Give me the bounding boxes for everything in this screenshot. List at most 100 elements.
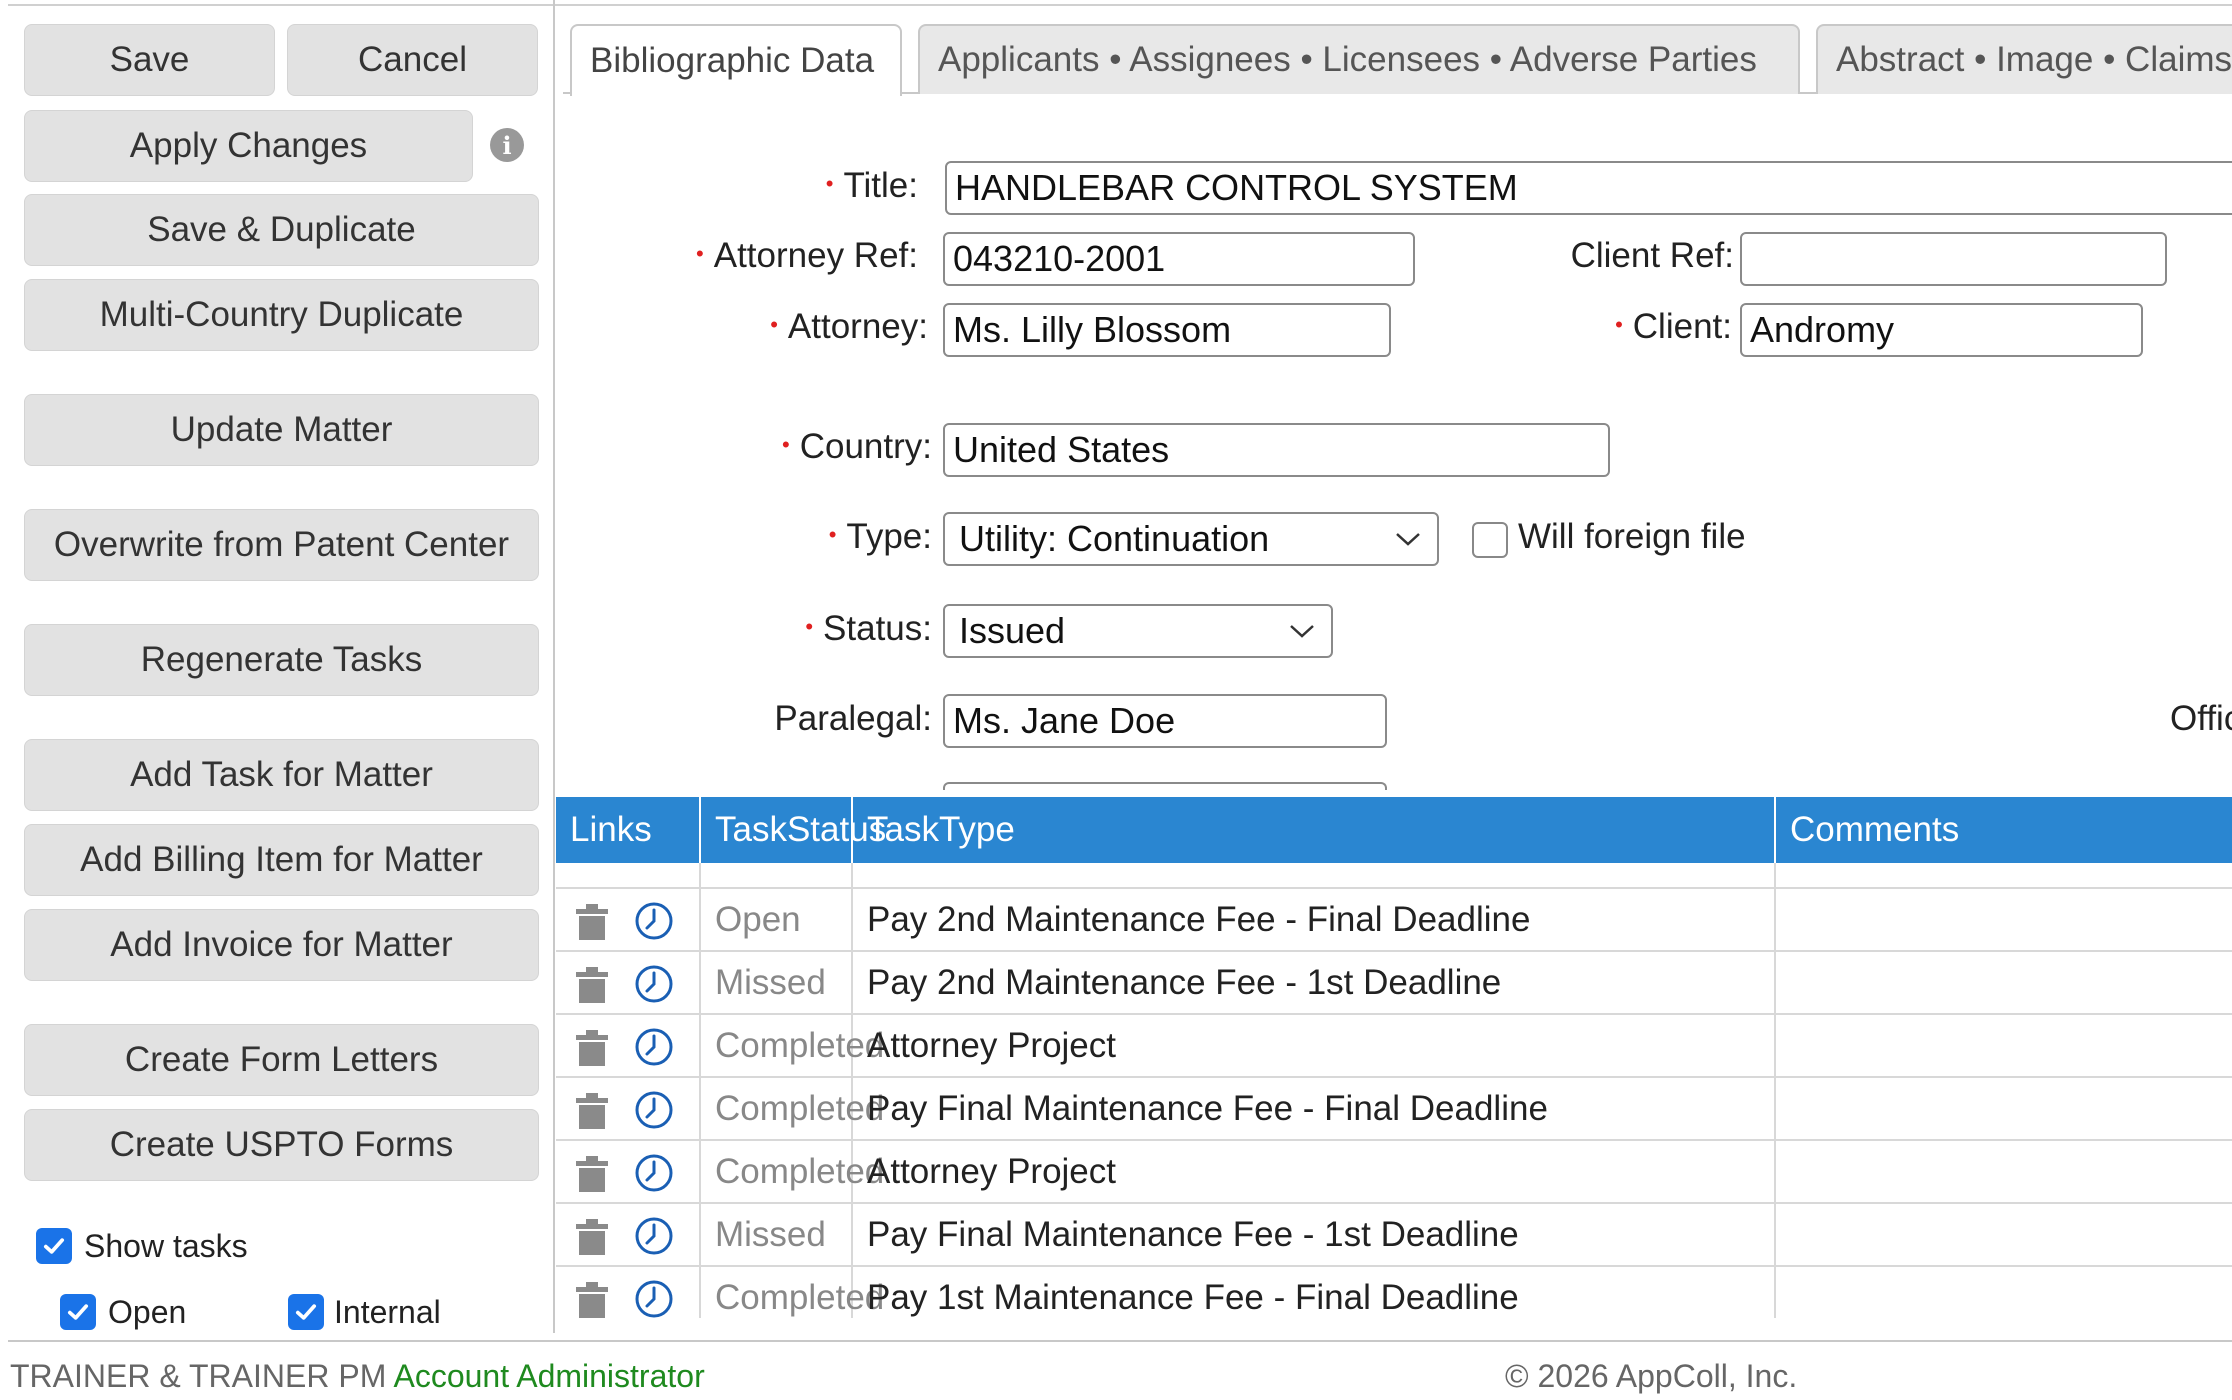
multi-country-duplicate-button[interactable]: Multi-Country Duplicate — [24, 279, 539, 351]
tab-abstract-image-claims[interactable]: Abstract • Image • Claims — [1816, 24, 2232, 94]
chevron-down-icon — [1396, 533, 1420, 546]
links-cell — [556, 1204, 701, 1265]
update-matter-button[interactable]: Update Matter — [24, 394, 539, 466]
task-status-cell: Completed — [701, 1267, 884, 1318]
trash-icon[interactable] — [574, 903, 610, 941]
task-type-cell: Attorney Project — [853, 1141, 1776, 1202]
links-cell — [556, 863, 701, 887]
trash-icon[interactable] — [574, 1281, 610, 1318]
clock-icon[interactable] — [634, 964, 674, 1004]
task-status-cell: Missed — [701, 1204, 853, 1265]
open-filter-label: Open — [108, 1294, 187, 1330]
column-header-tasktype[interactable]: TaskType — [853, 797, 1776, 863]
internal-filter-checkbox[interactable] — [288, 1294, 324, 1330]
save-duplicate-button[interactable]: Save & Duplicate — [24, 194, 539, 266]
check-icon — [43, 1238, 65, 1254]
info-icon[interactable]: i — [490, 128, 524, 162]
clock-icon[interactable] — [634, 1216, 674, 1256]
table-row[interactable]: Missed Pay Final Maintenance Fee - 1st De… — [556, 1204, 2232, 1267]
table-row[interactable]: Completed Attorney Project — [556, 1141, 2232, 1204]
will-foreign-file-checkbox[interactable] — [1472, 522, 1508, 558]
show-tasks-label: Show tasks — [84, 1228, 248, 1264]
type-select-value: Utility: Continuation — [959, 518, 1270, 559]
will-foreign-file-label: Will foreign file — [1518, 517, 1746, 556]
links-cell — [556, 952, 701, 1013]
client-label: • Client: — [1615, 307, 1732, 346]
clock-icon[interactable] — [634, 1153, 674, 1193]
add-task-button[interactable]: Add Task for Matter — [24, 739, 539, 811]
status-select[interactable]: Issued — [943, 604, 1333, 658]
footer-user-info: TRAINER & TRAINER PM Account Administrat… — [10, 1358, 705, 1395]
table-row-partial[interactable] — [556, 863, 2232, 889]
trash-icon[interactable] — [574, 1092, 610, 1130]
trash-icon[interactable] — [574, 966, 610, 1004]
footer-rule — [8, 1340, 2232, 1342]
task-status-cell: Open — [701, 889, 853, 950]
attorney-ref-input[interactable]: 043210-2001 — [943, 232, 1415, 286]
clock-icon[interactable] — [634, 1279, 674, 1318]
save-button[interactable]: Save — [24, 24, 275, 96]
table-row[interactable]: Completed Pay Final Maintenance Fee - Fin… — [556, 1078, 2232, 1141]
type-label: • Type: — [828, 517, 932, 556]
table-row[interactable]: Completed Pay 1st Maintenance Fee - Final… — [556, 1267, 2232, 1318]
comments-cell — [1776, 1078, 2232, 1139]
client-input[interactable]: Andromy — [1740, 303, 2143, 357]
table-row[interactable]: Missed Pay 2nd Maintenance Fee - 1st Dead… — [556, 952, 2232, 1015]
cancel-button[interactable]: Cancel — [287, 24, 538, 96]
links-cell — [556, 1141, 701, 1202]
title-label: • Title: — [825, 166, 918, 205]
trash-icon[interactable] — [574, 1218, 610, 1256]
show-tasks-checkbox[interactable] — [36, 1228, 72, 1264]
client-ref-input[interactable] — [1740, 232, 2167, 286]
clock-icon[interactable] — [634, 901, 674, 941]
tab-bibliographic-data[interactable]: Bibliographic Data — [570, 24, 902, 96]
type-cell — [853, 863, 1776, 887]
tab-applicants-assignees[interactable]: Applicants • Assignees • Licensees • Adv… — [918, 24, 1800, 94]
add-invoice-button[interactable]: Add Invoice for Matter — [24, 909, 539, 981]
regenerate-tasks-button[interactable]: Regenerate Tasks — [24, 624, 539, 696]
links-cell — [556, 1078, 701, 1139]
status-cell — [701, 863, 853, 887]
title-input[interactable]: HANDLEBAR CONTROL SYSTEM — [945, 161, 2232, 215]
trash-icon[interactable] — [574, 1029, 610, 1067]
task-type-cell: Pay 2nd Maintenance Fee - 1st Deadline — [853, 952, 1776, 1013]
task-status-cell: Completed — [701, 1141, 884, 1202]
clock-icon[interactable] — [634, 1027, 674, 1067]
task-type-cell: Pay 1st Maintenance Fee - Final Deadline — [853, 1267, 1776, 1318]
column-header-links[interactable]: Links — [556, 797, 701, 863]
attorney-label: • Attorney: — [770, 307, 928, 346]
column-header-taskstatus[interactable]: TaskStatus — [701, 797, 886, 863]
status-select-value: Issued — [959, 610, 1066, 651]
column-header-comments[interactable]: Comments — [1776, 797, 2232, 863]
open-filter-checkbox[interactable] — [60, 1294, 96, 1330]
country-input[interactable]: United States — [943, 423, 1610, 477]
task-grid-header: Links TaskStatus TaskType Comments — [556, 797, 2232, 863]
create-uspto-forms-button[interactable]: Create USPTO Forms — [24, 1109, 539, 1181]
footer-role[interactable]: Account Administrator — [393, 1358, 704, 1394]
client-ref-label: Client Ref: — [1570, 236, 1734, 275]
task-status-cell: Missed — [701, 952, 853, 1013]
apply-changes-button[interactable]: Apply Changes — [24, 110, 473, 182]
create-form-letters-button[interactable]: Create Form Letters — [24, 1024, 539, 1096]
overwrite-from-patent-center-button[interactable]: Overwrite from Patent Center — [24, 509, 539, 581]
table-row[interactable]: Completed Attorney Project — [556, 1015, 2232, 1078]
add-billing-item-button[interactable]: Add Billing Item for Matter — [24, 824, 539, 896]
task-type-cell: Pay 2nd Maintenance Fee - Final Deadline — [853, 889, 1776, 950]
paralegal-input[interactable]: Ms. Jane Doe — [943, 694, 1387, 748]
task-type-cell: Pay Final Maintenance Fee - 1st Deadline — [853, 1204, 1776, 1265]
task-status-cell: Completed — [701, 1015, 884, 1076]
country-label: • Country: — [782, 427, 932, 466]
links-cell — [556, 1015, 701, 1076]
attorney-ref-label: • Attorney Ref: — [696, 236, 918, 275]
office-label-partial: Offic — [2170, 699, 2232, 738]
status-label: • Status: — [805, 609, 932, 648]
comments-cell — [1776, 889, 2232, 950]
table-row[interactable]: Open Pay 2nd Maintenance Fee - Final Dead… — [556, 889, 2232, 952]
check-icon — [295, 1304, 317, 1320]
attorney-input[interactable]: Ms. Lilly Blossom — [943, 303, 1391, 357]
internal-filter-label: Internal — [334, 1294, 441, 1330]
type-select[interactable]: Utility: Continuation — [943, 512, 1439, 566]
trash-icon[interactable] — [574, 1155, 610, 1193]
clock-icon[interactable] — [634, 1090, 674, 1130]
comments-cell — [1776, 1267, 2232, 1318]
